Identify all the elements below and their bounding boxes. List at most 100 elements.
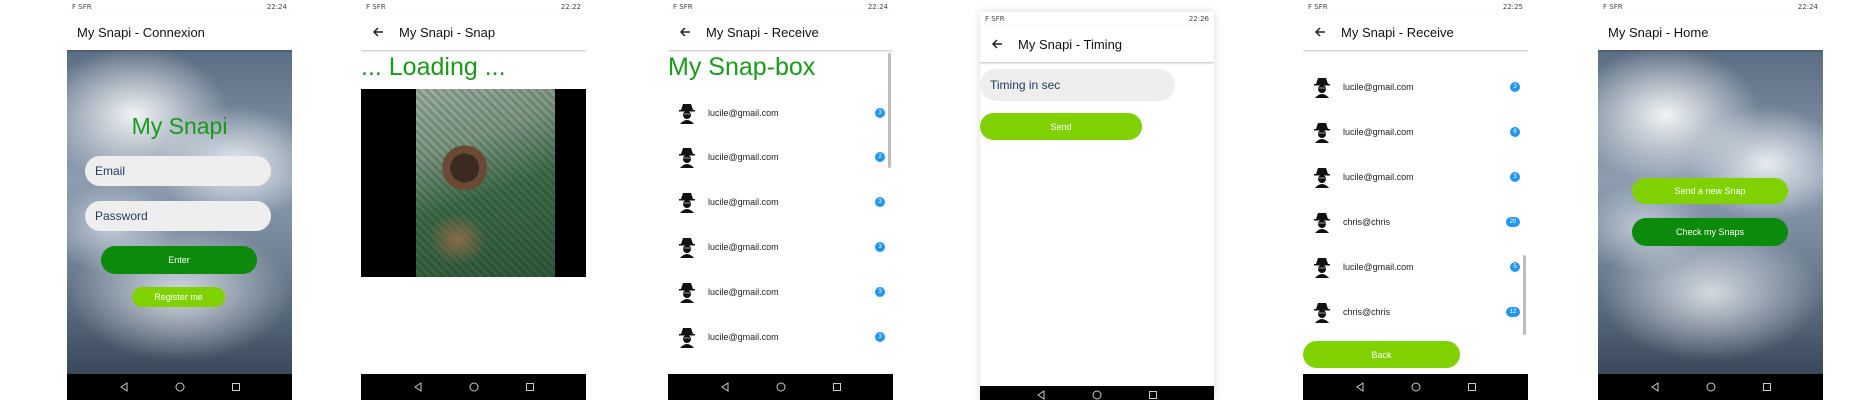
- page-title: My Snapi - Home: [1608, 24, 1709, 40]
- list-item[interactable]: lucile@gmail.com 3: [668, 183, 893, 221]
- spy-avatar-icon: [1314, 123, 1330, 143]
- carrier-label: F SFR: [1603, 3, 1623, 11]
- system-nav-bar: [361, 374, 586, 400]
- nav-back-icon[interactable]: [119, 382, 129, 392]
- sender-email: lucile@gmail.com: [708, 332, 779, 342]
- timing-field[interactable]: Timing in sec: [980, 69, 1175, 101]
- list-item[interactable]: lucile@gmail.com 3: [668, 273, 893, 311]
- snap-count-badge: 3: [875, 197, 885, 207]
- send-new-snap-button[interactable]: Send a new Snap: [1632, 178, 1788, 204]
- status-bar: F SFR 22:22: [361, 0, 586, 14]
- spy-avatar-icon: [679, 238, 695, 258]
- system-nav-bar: [1598, 374, 1823, 400]
- password-field[interactable]: Password: [85, 201, 271, 231]
- status-bar: F SFR 22:26: [980, 12, 1214, 26]
- status-bar: F SFR 22:24: [67, 0, 292, 14]
- screen-connexion: F SFR 22:24 My Snapi - Connexion My Snap…: [67, 0, 292, 400]
- nav-home-icon[interactable]: [469, 382, 479, 392]
- nav-home-icon[interactable]: [175, 382, 185, 392]
- list-item[interactable]: chris@chris 20: [1303, 203, 1528, 241]
- sender-email: lucile@gmail.com: [708, 197, 779, 207]
- list-item[interactable]: lucile@gmail.com 3: [1303, 68, 1528, 106]
- send-button[interactable]: Send: [980, 113, 1142, 140]
- snap-count-badge: 20: [1506, 217, 1520, 227]
- list-item[interactable]: lucile@gmail.com 3: [668, 94, 893, 132]
- list-item[interactable]: lucile@gmail.com 2: [668, 138, 893, 176]
- register-button[interactable]: Register me: [132, 287, 225, 307]
- nav-recents-icon[interactable]: [832, 382, 842, 392]
- list-item[interactable]: lucile@gmail.com 3: [1303, 158, 1528, 196]
- status-bar: F SFR 22:25: [1303, 0, 1528, 14]
- snap-count-badge: 3: [875, 332, 885, 342]
- spy-avatar-icon: [1314, 303, 1330, 323]
- snap-photo: [416, 89, 555, 277]
- page-title: My Snapi - Receive: [1341, 24, 1454, 40]
- back-arrow-icon[interactable]: [371, 25, 385, 39]
- app-bar: My Snapi - Home: [1598, 14, 1823, 50]
- status-time: 22:22: [560, 3, 581, 11]
- nav-recents-icon[interactable]: [1762, 382, 1772, 392]
- sender-email: lucile@gmail.com: [708, 152, 779, 162]
- sender-email: lucile@gmail.com: [1343, 127, 1414, 137]
- snap-count-badge: 3: [1510, 172, 1520, 182]
- back-button[interactable]: Back: [1303, 341, 1460, 368]
- carrier-label: F SFR: [72, 3, 92, 11]
- list-item[interactable]: lucile@gmail.com 3: [668, 318, 893, 356]
- sender-email: chris@chris: [1343, 307, 1391, 317]
- sender-email: lucile@gmail.com: [708, 242, 779, 252]
- nav-home-icon[interactable]: [776, 382, 786, 392]
- back-arrow-icon[interactable]: [1313, 25, 1327, 39]
- sender-email: lucile@gmail.com: [708, 287, 779, 297]
- snap-count-badge: 12: [1506, 307, 1520, 317]
- app-bar: My Snapi - Timing: [980, 26, 1214, 62]
- back-arrow-icon[interactable]: [678, 25, 692, 39]
- snap-count-badge: 2: [875, 152, 885, 162]
- sender-email: lucile@gmail.com: [1343, 82, 1414, 92]
- snap-count-badge: 3: [875, 108, 885, 118]
- nav-back-icon[interactable]: [1036, 390, 1046, 400]
- list-item[interactable]: lucile@gmail.com 5: [1303, 248, 1528, 286]
- spy-avatar-icon: [1314, 78, 1330, 98]
- nav-recents-icon[interactable]: [525, 382, 535, 392]
- nav-home-icon[interactable]: [1411, 382, 1421, 392]
- nav-recents-icon[interactable]: [1148, 390, 1158, 400]
- spy-avatar-icon: [1314, 258, 1330, 278]
- nav-recents-icon[interactable]: [231, 382, 241, 392]
- app-bar: My Snapi - Receive: [668, 14, 893, 50]
- app-bar: My Snapi - Snap: [361, 14, 586, 50]
- list-item[interactable]: lucile@gmail.com 3: [668, 228, 893, 266]
- sender-email: lucile@gmail.com: [1343, 262, 1414, 272]
- back-arrow-icon[interactable]: [990, 37, 1004, 51]
- carrier-label: F SFR: [1308, 3, 1328, 11]
- enter-button[interactable]: Enter: [101, 246, 257, 274]
- nav-back-icon[interactable]: [1355, 382, 1365, 392]
- sender-email: lucile@gmail.com: [708, 108, 779, 118]
- app-bar: My Snapi - Receive: [1303, 14, 1528, 50]
- status-bar: F SFR 22:24: [1598, 0, 1823, 14]
- screen-receive-list: F SFR 22:25 My Snapi - Receive lucile@gm…: [1303, 0, 1528, 400]
- spy-avatar-icon: [679, 193, 695, 213]
- nav-home-icon[interactable]: [1706, 382, 1716, 392]
- system-nav-bar: [668, 374, 893, 400]
- snapbox-heading: My Snap-box: [668, 53, 816, 81]
- page-title: My Snapi - Receive: [706, 24, 819, 40]
- list-item[interactable]: chris@chris 12: [1303, 293, 1528, 331]
- check-snaps-button[interactable]: Check my Snaps: [1632, 218, 1788, 246]
- page-title: My Snapi - Connexion: [77, 24, 205, 40]
- nav-home-icon[interactable]: [1092, 390, 1102, 400]
- system-nav-bar: [1303, 374, 1528, 400]
- nav-back-icon[interactable]: [413, 382, 423, 392]
- nav-back-icon[interactable]: [1650, 382, 1660, 392]
- nav-recents-icon[interactable]: [1467, 382, 1477, 392]
- screen-timing: F SFR 22:26 My Snapi - Timing Timing in …: [980, 12, 1214, 400]
- list-item[interactable]: lucile@gmail.com 6: [1303, 113, 1528, 151]
- email-field[interactable]: Email: [85, 156, 271, 186]
- spy-avatar-icon: [679, 328, 695, 348]
- status-time: 22:24: [266, 3, 287, 11]
- snap-count-badge: 3: [875, 242, 885, 252]
- snap-count-badge: 3: [875, 287, 885, 297]
- app-heading: My Snapi: [131, 113, 228, 139]
- snap-count-badge: 5: [1510, 262, 1520, 272]
- nav-back-icon[interactable]: [720, 382, 730, 392]
- screen-snap: F SFR 22:22 My Snapi - Snap ... Loading …: [361, 0, 586, 400]
